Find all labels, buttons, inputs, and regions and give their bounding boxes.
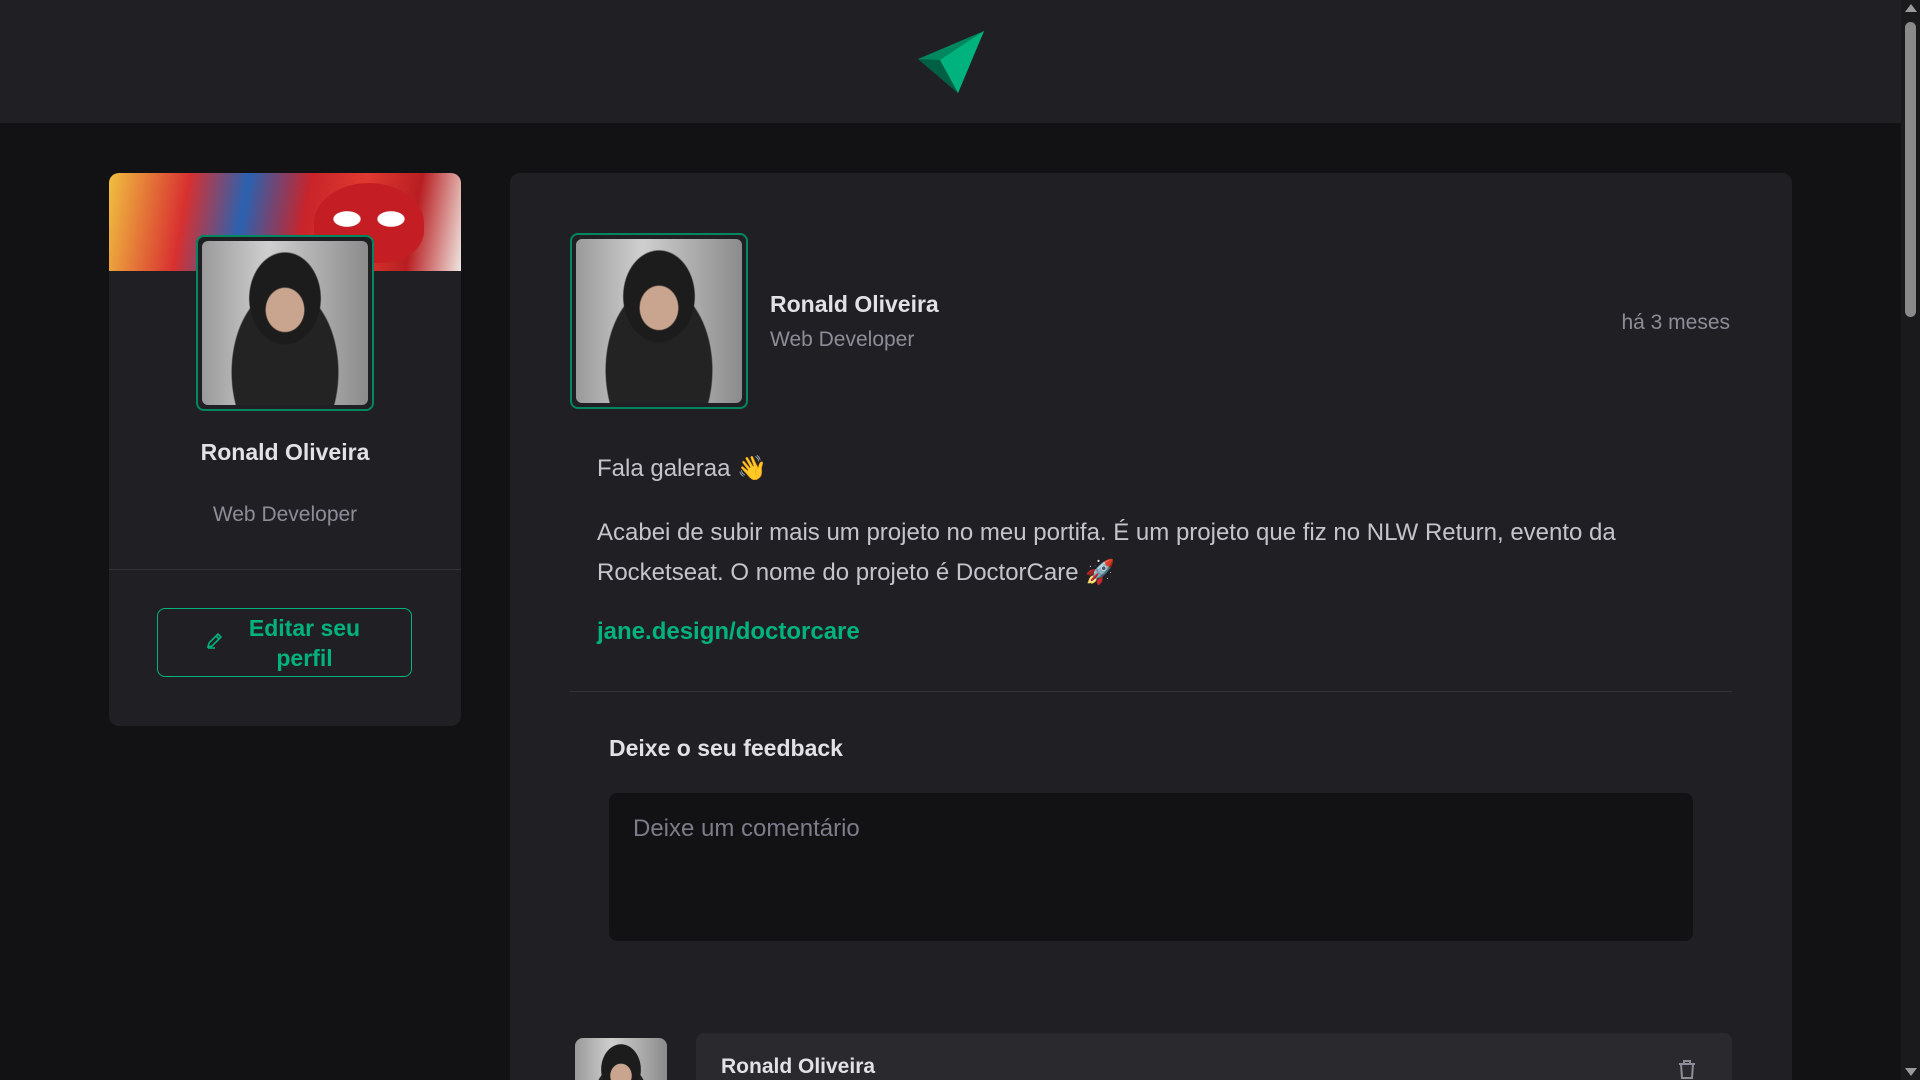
profile-role: Web Developer [212,503,358,526]
feedback-title: Deixe o seu feedback [609,735,843,761]
scroll-down-icon[interactable] [1905,1068,1917,1076]
divider [570,691,1732,692]
scrollbar[interactable] [1901,0,1920,1080]
post-author-name: Ronald Oliveira [770,291,939,317]
post-paragraph: Acabei de subir mais um projeto no meu p… [597,519,1616,586]
app-header [0,0,1901,123]
divider [109,569,461,570]
comment-input[interactable] [609,793,1693,941]
post-greeting: Fala galeraa 👋 [597,455,767,482]
edit-profile-label: Editar seu perfil [248,614,361,671]
profile-name: Ronald Oliveira [200,439,370,465]
profile-sidebar: Ronald Oliveira Web Developer Editar seu… [109,173,461,726]
comment-card: Ronald Oliveira [696,1033,1732,1080]
pencil-icon [205,629,225,656]
post-content: Fala galeraa 👋 Acabei de subir mais um p… [597,449,1717,617]
scrollbar-thumb[interactable] [1905,22,1916,317]
avatar [196,235,374,411]
avatar[interactable] [570,233,748,409]
post-card: Ronald Oliveira Web Developer há 3 meses… [510,173,1792,1080]
post-timestamp: há 3 meses [1621,311,1730,334]
post-author-role: Web Developer [770,328,915,351]
paper-plane-logo-icon [917,30,984,93]
avatar[interactable] [575,1038,667,1080]
post-link[interactable]: jane.design/doctorcare [597,618,860,646]
scroll-up-icon[interactable] [1905,4,1917,12]
edit-profile-button[interactable]: Editar seu perfil [157,608,412,677]
comment-author: Ronald Oliveira [721,1055,876,1078]
trash-icon[interactable] [1675,1057,1699,1080]
